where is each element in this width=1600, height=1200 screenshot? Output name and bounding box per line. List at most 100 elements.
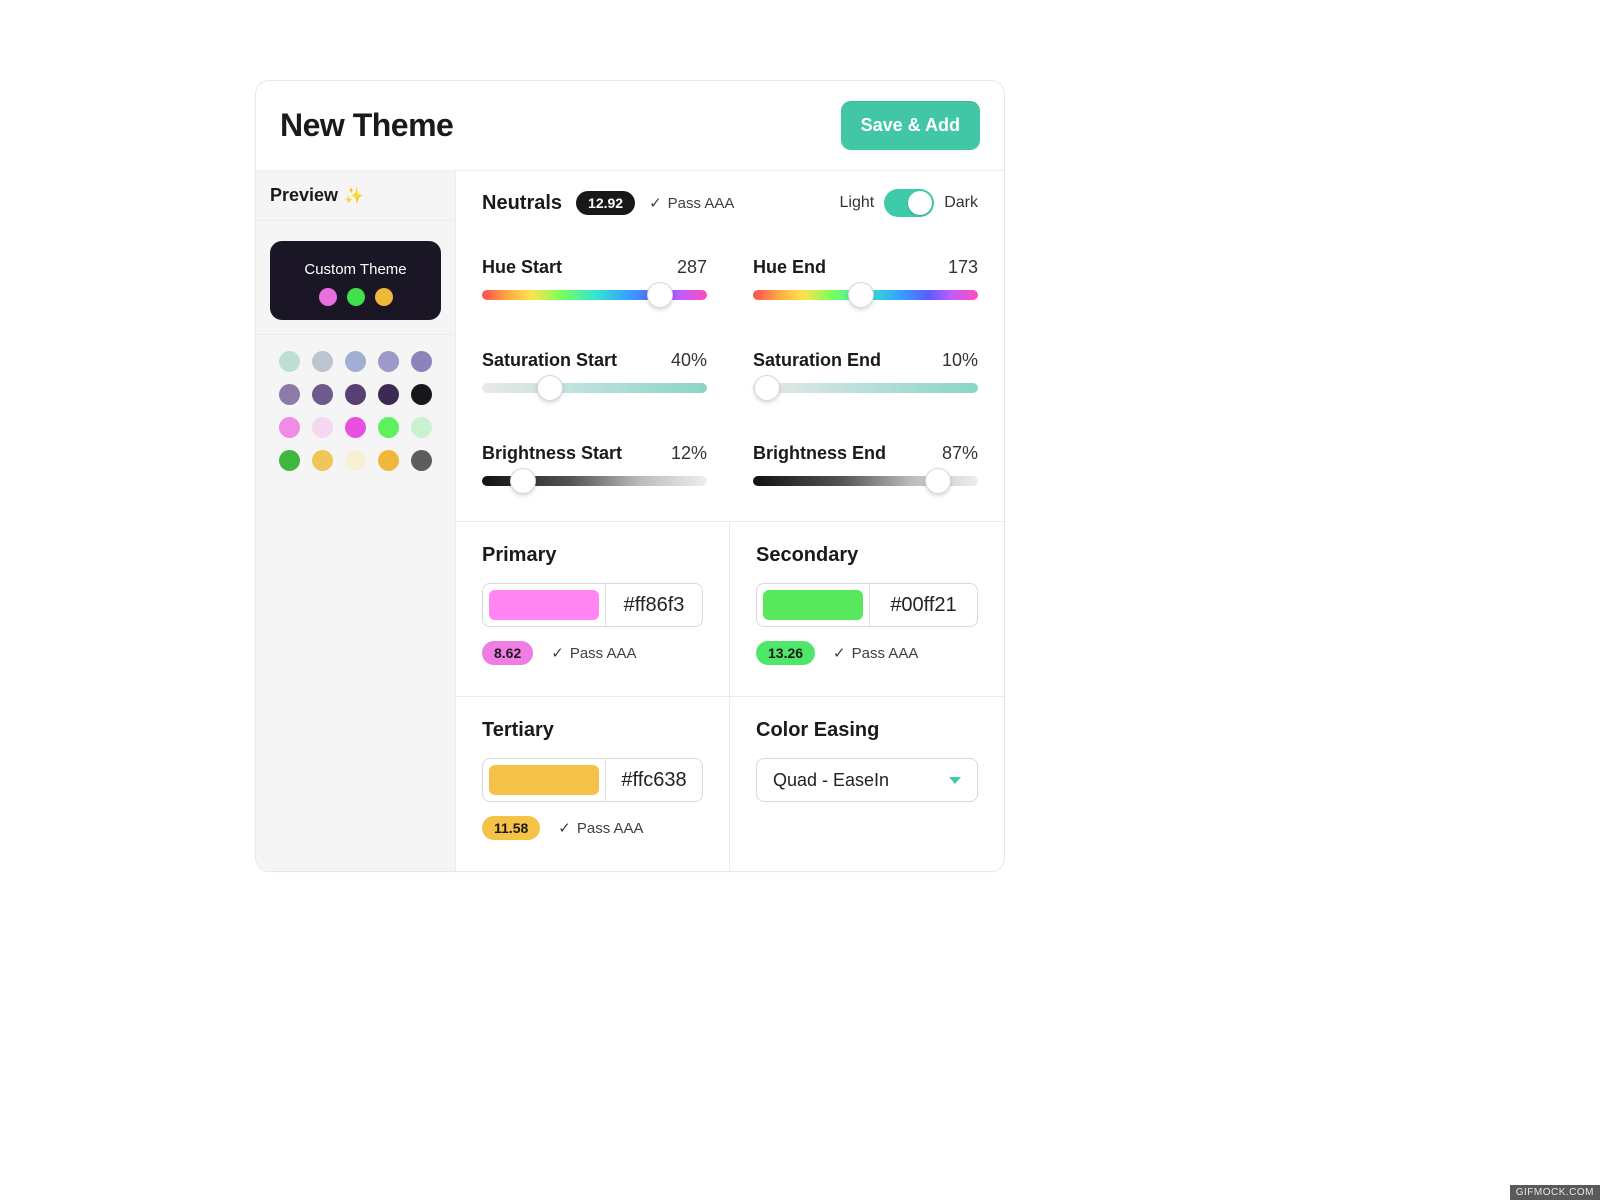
preview-heading: Preview ✨ [270, 185, 441, 206]
main-content: Neutrals 12.92 ✓Pass AAA Light Dark Hue … [456, 171, 1004, 871]
slider-track[interactable] [482, 476, 707, 486]
swatch[interactable] [279, 351, 300, 372]
swatch[interactable] [312, 450, 333, 471]
tertiary-color-chip[interactable] [489, 765, 599, 795]
saturation-end-slider: Saturation End 10% [753, 350, 978, 393]
slider-thumb[interactable] [848, 282, 874, 308]
swatch[interactable] [345, 351, 366, 372]
slider-label: Saturation Start [482, 350, 617, 371]
swatch[interactable] [312, 351, 333, 372]
preview-dot [319, 288, 337, 306]
panel-header: New Theme Save & Add [256, 81, 1004, 171]
preview-label-text: Preview [270, 185, 338, 206]
easing-select[interactable]: Quad - EaseIn [756, 758, 978, 802]
slider-track[interactable] [753, 476, 978, 486]
swatch[interactable] [345, 384, 366, 405]
hue-end-slider: Hue End 173 [753, 257, 978, 300]
primary-contrast-badge: 8.62 [482, 641, 533, 665]
swatch[interactable] [279, 384, 300, 405]
slider-thumb[interactable] [925, 468, 951, 494]
neutrals-section: Neutrals 12.92 ✓Pass AAA Light Dark Hue … [456, 171, 1004, 522]
swatch[interactable] [378, 417, 399, 438]
preview-dot [347, 288, 365, 306]
swatch[interactable] [279, 417, 300, 438]
tertiary-title: Tertiary [482, 719, 703, 742]
check-icon: ✓ [551, 645, 564, 662]
slider-value: 12% [671, 443, 707, 464]
swatch[interactable] [345, 417, 366, 438]
sparkles-icon: ✨ [344, 186, 364, 206]
swatch[interactable] [411, 417, 432, 438]
slider-thumb[interactable] [647, 282, 673, 308]
slider-label: Hue Start [482, 257, 562, 278]
slider-track[interactable] [482, 383, 707, 393]
neutrals-contrast-badge: 12.92 [576, 191, 635, 215]
primary-hex-value[interactable]: #ff86f3 [605, 584, 702, 626]
secondary-contrast-badge: 13.26 [756, 641, 815, 665]
swatch[interactable] [411, 450, 432, 471]
swatch[interactable] [345, 450, 366, 471]
tertiary-color-input[interactable]: #ffc638 [482, 758, 703, 802]
swatch[interactable] [279, 450, 300, 471]
primary-pass-label: ✓Pass AAA [551, 644, 636, 662]
swatch[interactable] [312, 384, 333, 405]
slider-value: 10% [942, 350, 978, 371]
hue-start-slider: Hue Start 287 [482, 257, 707, 300]
slider-thumb[interactable] [510, 468, 536, 494]
page-title: New Theme [280, 107, 453, 144]
swatch[interactable] [411, 384, 432, 405]
saturation-start-slider: Saturation Start 40% [482, 350, 707, 393]
secondary-hex-value[interactable]: #00ff21 [869, 584, 977, 626]
slider-label: Hue End [753, 257, 826, 278]
chevron-down-icon [949, 777, 961, 784]
swatch[interactable] [378, 450, 399, 471]
slider-label: Saturation End [753, 350, 881, 371]
check-icon: ✓ [649, 195, 662, 212]
easing-selected-value: Quad - EaseIn [773, 770, 889, 791]
easing-section: Color Easing Quad - EaseIn [730, 697, 1004, 871]
swatch[interactable] [411, 351, 432, 372]
preview-card-title: Custom Theme [280, 261, 431, 278]
tertiary-section: Tertiary #ffc638 11.58 ✓Pass AAA [456, 697, 730, 871]
swatch[interactable] [378, 384, 399, 405]
save-add-button[interactable]: Save & Add [841, 101, 980, 150]
swatch[interactable] [378, 351, 399, 372]
tertiary-hex-value[interactable]: #ffc638 [605, 759, 702, 801]
mode-toggle-group: Light Dark [840, 189, 978, 217]
check-icon: ✓ [833, 645, 846, 662]
slider-track[interactable] [753, 290, 978, 300]
theme-editor-panel: New Theme Save & Add Preview ✨ Custom Th… [255, 80, 1005, 872]
slider-value: 287 [677, 257, 707, 278]
primary-color-input[interactable]: #ff86f3 [482, 583, 703, 627]
slider-thumb[interactable] [537, 375, 563, 401]
swatch-grid [256, 335, 455, 487]
preview-card: Custom Theme [270, 241, 441, 320]
slider-track[interactable] [753, 383, 978, 393]
slider-thumb[interactable] [754, 375, 780, 401]
secondary-color-input[interactable]: #00ff21 [756, 583, 978, 627]
primary-color-chip[interactable] [489, 590, 599, 620]
slider-label: Brightness End [753, 443, 886, 464]
slider-label: Brightness Start [482, 443, 622, 464]
neutrals-title: Neutrals [482, 192, 562, 215]
tertiary-pass-label: ✓Pass AAA [558, 819, 643, 837]
secondary-color-chip[interactable] [763, 590, 863, 620]
swatch[interactable] [312, 417, 333, 438]
check-icon: ✓ [558, 820, 571, 837]
tertiary-contrast-badge: 11.58 [482, 816, 540, 840]
slider-value: 173 [948, 257, 978, 278]
primary-title: Primary [482, 544, 703, 567]
light-dark-toggle[interactable] [884, 189, 934, 217]
neutrals-pass-label: ✓Pass AAA [649, 194, 734, 212]
preview-dot [375, 288, 393, 306]
slider-value: 87% [942, 443, 978, 464]
preview-dots [280, 288, 431, 306]
secondary-title: Secondary [756, 544, 978, 567]
secondary-pass-label: ✓Pass AAA [833, 644, 918, 662]
brightness-end-slider: Brightness End 87% [753, 443, 978, 486]
slider-value: 40% [671, 350, 707, 371]
watermark: GIFMOCK.COM [1510, 1185, 1600, 1200]
slider-track[interactable] [482, 290, 707, 300]
mode-light-label: Light [840, 194, 875, 212]
secondary-section: Secondary #00ff21 13.26 ✓Pass AAA [730, 522, 1004, 697]
